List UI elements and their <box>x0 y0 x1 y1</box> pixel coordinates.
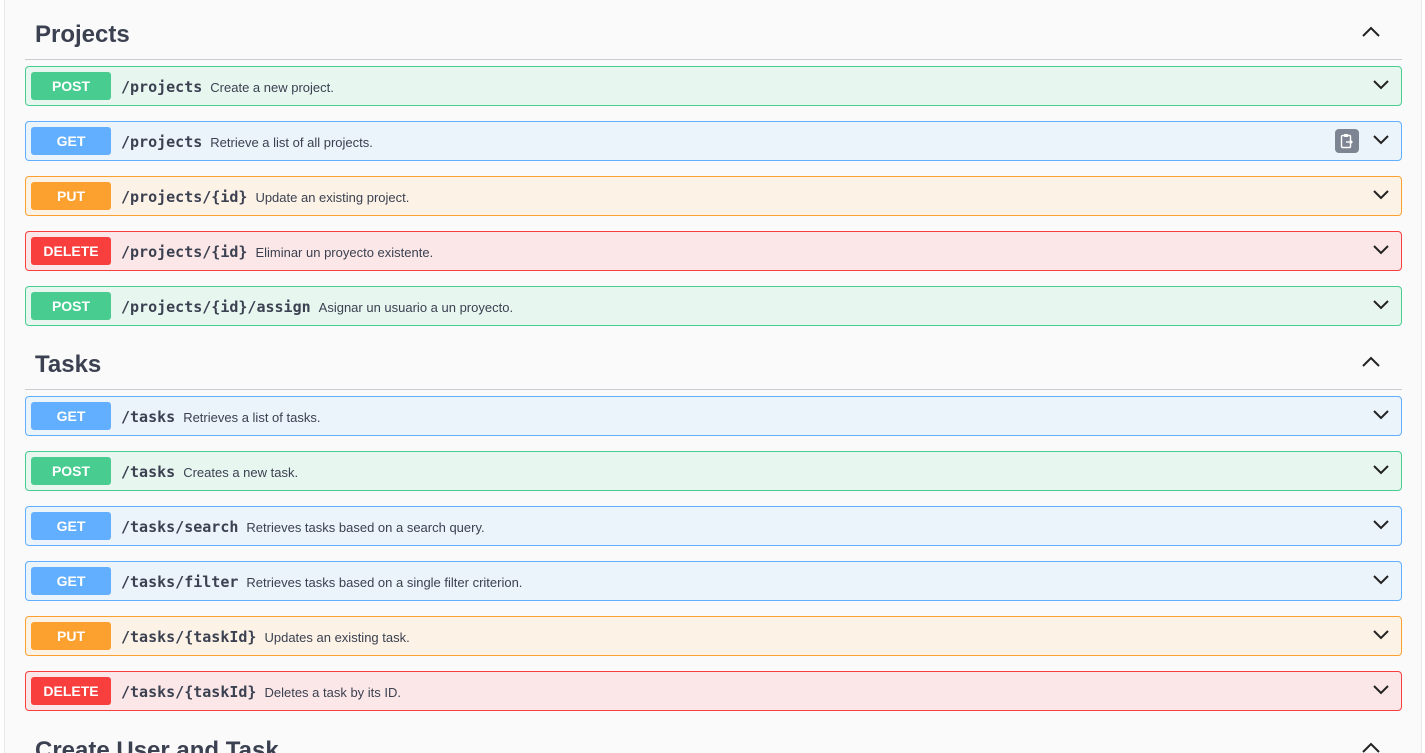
tag-header-tasks[interactable]: Tasks <box>25 330 1402 390</box>
operation-put-tasks-taskid[interactable]: PUT /tasks/{taskId} Updates an existing t… <box>25 616 1402 656</box>
swagger-ui-page: Projects POST /projects Create a new proj… <box>0 0 1425 753</box>
chevron-up-icon[interactable] <box>1360 354 1382 370</box>
copy-to-clipboard-button[interactable] <box>1335 129 1359 153</box>
operation-path: /tasks/{taskId} Updates an existing task. <box>121 628 410 646</box>
method-badge: POST <box>31 72 111 100</box>
operation-summary: Retrieves tasks based on a single filter… <box>246 575 523 590</box>
operation-get-projects[interactable]: GET /projects Retrieve a list of all proj… <box>25 121 1402 161</box>
operation-path: /projects Create a new project. <box>121 78 334 96</box>
chevron-down-icon[interactable] <box>1371 628 1391 642</box>
operation-summary: Retrieve a list of all projects. <box>210 135 373 150</box>
method-badge: GET <box>31 512 111 540</box>
operation-path: /projects/{id} Eliminar un proyecto exist… <box>121 243 434 261</box>
operation-post-tasks[interactable]: POST /tasks Creates a new task. <box>25 451 1402 491</box>
operation-summary: Eliminar un proyecto existente. <box>255 245 434 260</box>
tag-title: Create User and Task <box>35 737 279 753</box>
chevron-down-icon[interactable] <box>1371 133 1391 147</box>
method-badge: PUT <box>31 182 111 210</box>
operation-summary: Update an existing project. <box>255 190 410 205</box>
method-badge: GET <box>31 402 111 430</box>
chevron-down-icon[interactable] <box>1371 298 1391 312</box>
method-badge: DELETE <box>31 237 111 265</box>
chevron-down-icon[interactable] <box>1371 463 1391 477</box>
method-badge: POST <box>31 457 111 485</box>
operation-summary: Deletes a task by its ID. <box>264 685 402 700</box>
tag-title: Projects <box>35 21 130 48</box>
operation-summary: Updates an existing task. <box>264 630 410 645</box>
tag-section-tasks: Tasks <box>25 330 1402 390</box>
tag-section-projects: Projects <box>25 0 1402 60</box>
clipboard-copy-icon <box>1340 134 1353 149</box>
operation-path: /projects Retrieve a list of all projects… <box>121 133 373 151</box>
chevron-down-icon[interactable] <box>1371 78 1391 92</box>
chevron-down-icon[interactable] <box>1371 188 1391 202</box>
operation-get-tasks-search[interactable]: GET /tasks/search Retrieves tasks based o… <box>25 506 1402 546</box>
method-badge: GET <box>31 127 111 155</box>
operation-summary: Create a new project. <box>210 80 334 95</box>
operation-post-projects-id-assign[interactable]: POST /projects/{id}/assign Asignar un usu… <box>25 286 1402 326</box>
chevron-down-icon[interactable] <box>1371 518 1391 532</box>
chevron-down-icon[interactable] <box>1371 573 1391 587</box>
operation-summary: Creates a new task. <box>183 465 299 480</box>
chevron-down-icon[interactable] <box>1371 408 1391 422</box>
tag-header-projects[interactable]: Projects <box>25 0 1402 60</box>
operation-path: /tasks/search Retrieves tasks based on a … <box>121 518 485 536</box>
operation-post-projects[interactable]: POST /projects Create a new project. <box>25 66 1402 106</box>
method-badge: PUT <box>31 622 111 650</box>
chevron-up-icon[interactable] <box>1360 24 1382 40</box>
operation-delete-tasks-taskid[interactable]: DELETE /tasks/{taskId} Deletes a task by … <box>25 671 1402 711</box>
method-badge: DELETE <box>31 677 111 705</box>
operation-summary: Asignar un usuario a un proyecto. <box>318 300 514 315</box>
operation-summary: Retrieves a list of tasks. <box>183 410 321 425</box>
api-docs-container: Projects POST /projects Create a new proj… <box>4 0 1422 753</box>
operation-path: /tasks/{taskId} Deletes a task by its ID. <box>121 683 402 701</box>
operation-path: /tasks/filter Retrieves tasks based on a … <box>121 573 523 591</box>
tag-title: Tasks <box>35 351 102 378</box>
operation-path: /tasks Retrieves a list of tasks. <box>121 408 321 426</box>
chevron-down-icon[interactable] <box>1371 683 1391 697</box>
chevron-up-icon[interactable] <box>1360 740 1382 753</box>
operation-delete-projects-id[interactable]: DELETE /projects/{id} Eliminar un proyect… <box>25 231 1402 271</box>
operation-get-tasks[interactable]: GET /tasks Retrieves a list of tasks. <box>25 396 1402 436</box>
chevron-down-icon[interactable] <box>1371 243 1391 257</box>
operation-path: /tasks Creates a new task. <box>121 463 299 481</box>
operation-put-projects-id[interactable]: PUT /projects/{id} Update an existing pro… <box>25 176 1402 216</box>
method-badge: POST <box>31 292 111 320</box>
operation-path: /projects/{id} Update an existing project… <box>121 188 410 206</box>
operation-get-tasks-filter[interactable]: GET /tasks/filter Retrieves tasks based o… <box>25 561 1402 601</box>
operation-summary: Retrieves tasks based on a search query. <box>246 520 485 535</box>
operation-path: /projects/{id}/assign Asignar un usuario … <box>121 298 514 316</box>
method-badge: GET <box>31 567 111 595</box>
